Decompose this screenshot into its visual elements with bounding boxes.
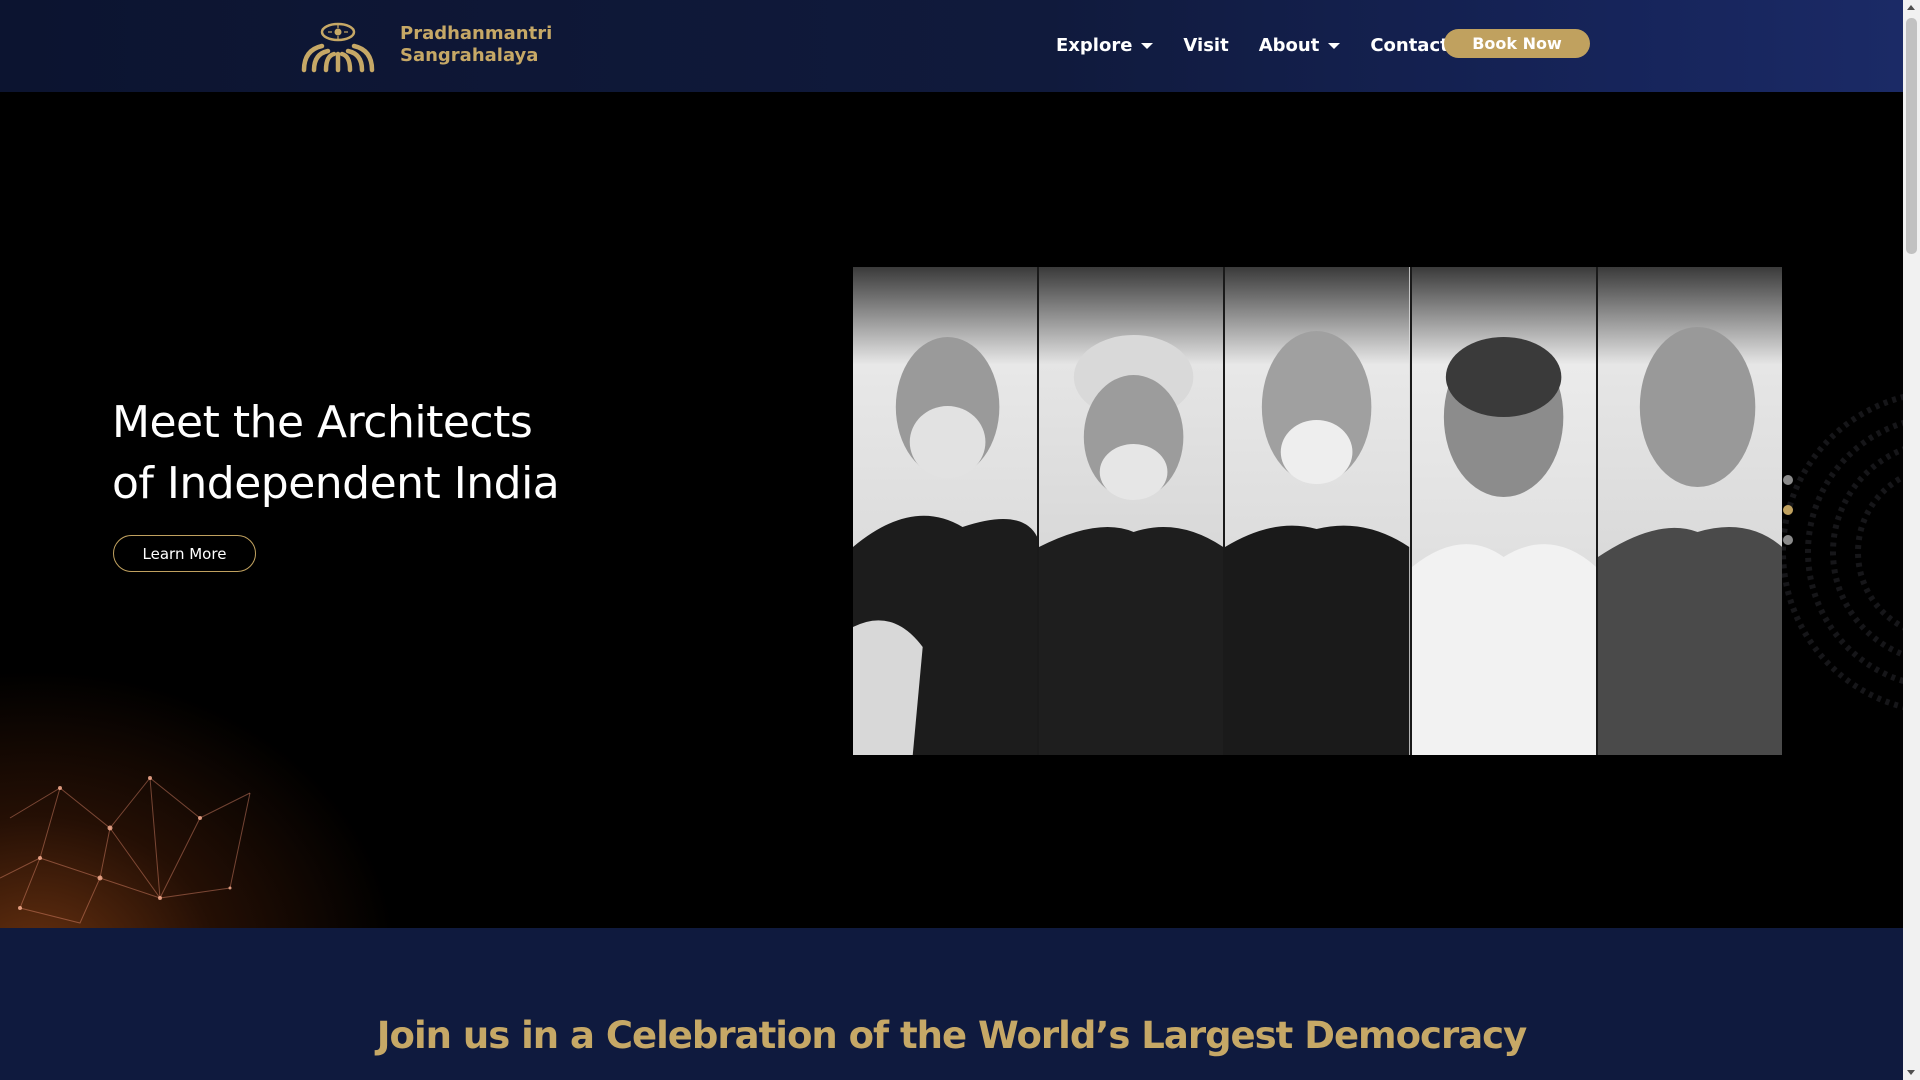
hero-carousel: Meet the Architects of Independent India… bbox=[0, 92, 1903, 928]
portrait-gallery-image bbox=[853, 267, 1783, 755]
nav-explore-label: Explore bbox=[1056, 34, 1133, 56]
museum-logo-icon bbox=[301, 22, 375, 73]
nav-visit-label: Visit bbox=[1183, 34, 1229, 56]
nav-explore[interactable]: Explore bbox=[1056, 30, 1154, 60]
nav-visit[interactable]: Visit bbox=[1183, 30, 1228, 60]
brand-name-line2: Sangrahalaya bbox=[400, 45, 539, 66]
nav-about[interactable]: About bbox=[1259, 30, 1341, 60]
carousel-dot-2[interactable] bbox=[1783, 505, 1793, 515]
learn-more-button[interactable]: Learn More bbox=[113, 535, 256, 572]
portrait-4 bbox=[1411, 267, 1598, 755]
scroll-down-arrow-icon[interactable] bbox=[1907, 1070, 1915, 1075]
portrait-1 bbox=[853, 267, 1040, 755]
portrait-5 bbox=[1597, 267, 1783, 755]
brand-name-line1: Pradhanmantri bbox=[400, 23, 553, 44]
hero-title: Meet the Architects of Independent India bbox=[112, 392, 560, 514]
book-now-button[interactable]: Book Now bbox=[1444, 29, 1590, 58]
carousel-indicators bbox=[1783, 475, 1793, 565]
chevron-down-icon bbox=[1328, 43, 1341, 49]
nav-about-label: About bbox=[1258, 34, 1320, 56]
network-decoration bbox=[0, 776, 251, 924]
site-header: Pradhanmantri Sangrahalaya Explore Visit… bbox=[0, 0, 1903, 92]
celebration-section: Join us in a Celebration of the World’s … bbox=[0, 928, 1903, 1080]
page-scrollbar[interactable] bbox=[1903, 0, 1920, 1080]
scroll-up-arrow-icon[interactable] bbox=[1907, 5, 1915, 10]
hero-title-line1: Meet the Architects bbox=[112, 397, 533, 448]
section-heading: Join us in a Celebration of the World’s … bbox=[376, 1014, 1527, 1057]
carousel-dot-1[interactable] bbox=[1783, 475, 1793, 485]
portrait-2 bbox=[1039, 267, 1226, 755]
brand-logo[interactable]: Pradhanmantri Sangrahalaya bbox=[296, 16, 552, 74]
scrollbar-thumb[interactable] bbox=[1906, 18, 1917, 254]
brand-name: Pradhanmantri Sangrahalaya bbox=[400, 23, 552, 67]
chevron-down-icon bbox=[1141, 43, 1154, 49]
hero-title-line2: of Independent India bbox=[112, 458, 560, 509]
portrait-3 bbox=[1225, 267, 1412, 755]
carousel-dot-3[interactable] bbox=[1783, 535, 1793, 545]
